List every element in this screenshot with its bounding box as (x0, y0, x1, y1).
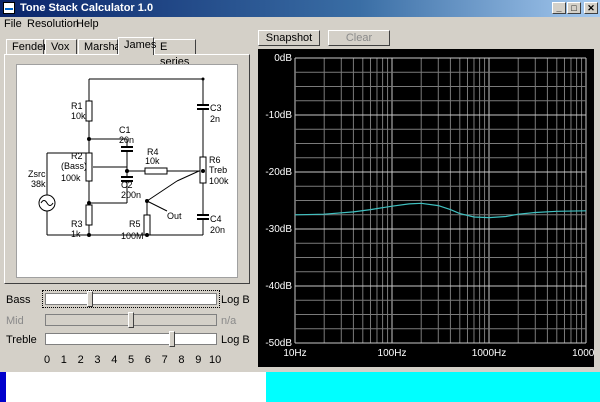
scale-tick-label: 7 (161, 354, 168, 366)
label-r2: R2 (71, 151, 83, 161)
value-r4: 10k (145, 156, 160, 166)
mid-label: Mid (6, 315, 24, 327)
menu-file[interactable]: File (4, 17, 22, 31)
menu-help[interactable]: Help (76, 17, 99, 31)
label-bass: (Bass) (61, 161, 87, 171)
value-r3: 1k (71, 229, 81, 239)
window-title: Tone Stack Calculator 1.0 (20, 2, 154, 14)
y-tick-label: 0dB (274, 53, 292, 64)
maximize-button[interactable]: □ (567, 2, 581, 14)
label-treb: Treb (209, 165, 227, 175)
tab-james[interactable]: James (118, 37, 156, 55)
circuit-schematic: R1 10k C1 20n R2 (Bass) 100k C2 200n R4 … (16, 64, 238, 278)
value-r1: 10k (71, 111, 86, 121)
tab-fender[interactable]: Fender (6, 39, 47, 54)
chart-svg: 0dB-10dB-20dB-30dB-40dB-50dB10Hz 100Hz 100… (265, 53, 594, 359)
bass-slider-thumb[interactable] (87, 291, 93, 307)
y-tick-label: -10dB (265, 110, 292, 121)
treble-label: Treble (6, 334, 37, 346)
schematic-diagram: R1 10k C1 20n R2 (Bass) 100k C2 200n R4 … (28, 77, 229, 241)
tab-marshall[interactable]: Marshall (78, 39, 126, 54)
close-button[interactable]: ✕ (584, 2, 598, 14)
scale-tick-label: 0 (44, 354, 51, 366)
treble-slider[interactable] (45, 331, 217, 347)
label-r3: R3 (71, 219, 83, 229)
label-c3: C3 (210, 103, 222, 113)
label-out: Out (167, 211, 182, 221)
x-tick-label: 10000 (572, 348, 594, 359)
x-tick-label: 10Hz (283, 348, 306, 359)
y-tick-label: -30dB (265, 224, 292, 235)
label-c1: C1 (119, 125, 131, 135)
menu-bar: File Resolution Help (0, 17, 600, 31)
bass-slider[interactable] (42, 290, 220, 308)
background-left-edge (0, 372, 6, 402)
frequency-response-graph: 0dB -10dB -20dB -30dB -40dB -50dB 10Hz 100Hz 100… (258, 49, 594, 367)
scale-tick-label: 8 (178, 354, 185, 366)
scale-tick-label: 2 (77, 354, 84, 366)
value-zsrc: 38k (31, 179, 46, 189)
scale-tick-label: 4 (111, 354, 118, 366)
treble-slider-thumb[interactable] (169, 331, 175, 347)
value-c1: 20n (119, 135, 134, 145)
scale-tick-label: 6 (144, 354, 151, 366)
scale-tick-label: 5 (128, 354, 135, 366)
snapshot-button[interactable]: Snapshot (258, 30, 320, 46)
scale-tick-label: 9 (195, 354, 202, 366)
tab-e-series[interactable]: E series (154, 39, 196, 68)
scale-tick-label: 1 (60, 354, 67, 366)
y-tick-label: -20dB (265, 167, 292, 178)
x-tick-label: 100Hz (378, 348, 407, 359)
bass-law: Log B (221, 294, 250, 306)
treble-law: Log B (221, 334, 250, 346)
mid-slider-thumb[interactable] (128, 312, 134, 328)
app-icon (3, 2, 15, 14)
value-r6: 100k (209, 176, 229, 186)
x-tick-label: 1000Hz (472, 348, 506, 359)
value-r2: 100k (61, 173, 81, 183)
mid-slider[interactable] (45, 312, 217, 328)
background-cyan-area (266, 372, 600, 402)
label-zsrc: Zsrc (28, 169, 46, 179)
minimize-button[interactable]: _ (552, 2, 566, 14)
clear-button[interactable]: Clear (328, 30, 390, 46)
label-c4: C4 (210, 214, 222, 224)
mid-law: n/a (221, 315, 237, 327)
label-r5: R5 (129, 219, 141, 229)
value-c3: 2n (210, 114, 220, 124)
label-r6: R6 (209, 155, 221, 165)
value-c4: 20n (210, 225, 225, 235)
scale-tick-label: 3 (94, 354, 101, 366)
response-curve (294, 202, 587, 219)
scale-tick-label: 10 (209, 354, 222, 366)
y-tick-label: -40dB (265, 281, 292, 292)
value-c2: 200n (121, 190, 141, 200)
label-c2: C2 (121, 180, 133, 190)
menu-resolution[interactable]: Resolution (27, 17, 79, 31)
value-r5: 100M (121, 231, 144, 241)
tab-vox[interactable]: Vox (45, 39, 77, 54)
label-r1: R1 (71, 101, 83, 111)
bass-label: Bass (6, 294, 31, 306)
